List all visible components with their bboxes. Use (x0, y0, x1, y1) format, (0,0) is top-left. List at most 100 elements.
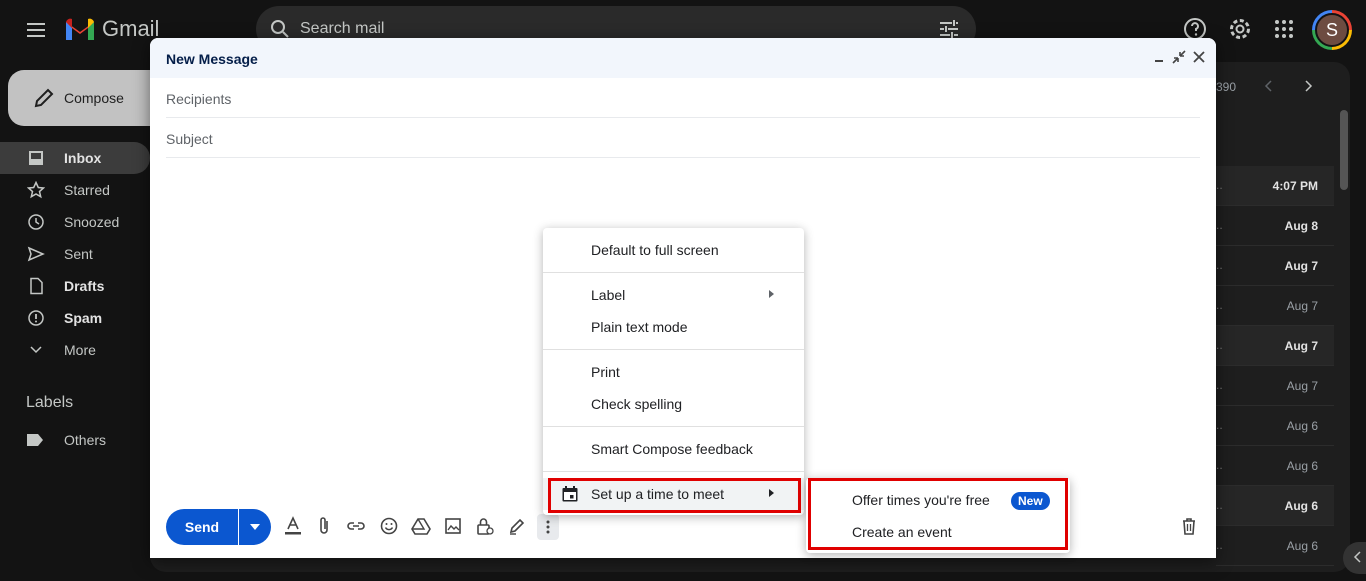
subject-field[interactable]: Subject (166, 118, 1200, 158)
emoji-icon[interactable] (379, 516, 399, 536)
gmail-logo[interactable]: Gmail (64, 16, 159, 42)
table-row[interactable]: .. Aug 7 (1216, 286, 1334, 326)
scrollbar[interactable] (1340, 110, 1348, 190)
sidebar-item-label: Drafts (64, 278, 105, 294)
discard-draft-icon[interactable] (1180, 516, 1198, 536)
mail-date: 4:07 PM (1272, 179, 1318, 193)
mail-date: Aug 7 (1284, 259, 1318, 273)
mail-date: Aug 6 (1284, 499, 1318, 513)
sidebar-item-inbox[interactable]: Inbox (0, 142, 150, 174)
photo-icon[interactable] (443, 516, 463, 536)
exit-fullscreen-icon[interactable] (1172, 50, 1186, 64)
sidebar-item-label: Inbox (64, 150, 102, 166)
menu-divider (543, 349, 804, 350)
pencil-icon (34, 88, 54, 108)
search-options-icon[interactable] (938, 18, 960, 40)
table-row[interactable]: .. Aug 6 (1216, 446, 1334, 486)
signature-pen-icon[interactable] (507, 516, 527, 536)
confidential-lock-icon[interactable] (475, 516, 495, 536)
sidebar-item-drafts[interactable]: Drafts (0, 270, 150, 302)
drive-icon[interactable] (411, 516, 431, 536)
link-icon[interactable] (346, 516, 366, 536)
menu-item-smart-compose-feedback[interactable]: Smart Compose feedback (543, 433, 804, 465)
sidebar-item-label: More (64, 342, 96, 358)
table-row[interactable]: .. 4:07 PM (1216, 166, 1334, 206)
sidebar-item-snoozed[interactable]: Snoozed (0, 206, 150, 238)
more-options-button[interactable] (537, 514, 559, 540)
spam-icon (26, 309, 46, 327)
menu-item-label[interactable]: Label (543, 279, 804, 311)
compose-header: New Message (150, 38, 1216, 78)
avatar-initial: S (1315, 13, 1349, 47)
app-name: Gmail (102, 16, 160, 41)
table-row[interactable]: .. Aug 7 (1216, 246, 1334, 286)
sidebar-item-label: Sent (64, 246, 93, 262)
page-count: 390 (1216, 80, 1237, 94)
apps-grid-icon[interactable] (1272, 17, 1296, 41)
schedule-send-button[interactable] (239, 509, 271, 545)
gmail-m-icon (66, 18, 94, 40)
menu-item-default-full-screen[interactable]: Default to full screen (543, 234, 804, 266)
sidebar-item-label: Starred (64, 182, 110, 198)
mail-date: Aug 8 (1284, 219, 1318, 233)
labels-heading: Labels (26, 394, 74, 411)
clock-icon (26, 213, 46, 231)
sidebar-item-sent[interactable]: Sent (0, 238, 150, 270)
draft-icon (26, 277, 46, 295)
mail-date: Aug 7 (1286, 379, 1318, 393)
menu-item-text: Label (591, 287, 626, 303)
mail-date: Aug 7 (1284, 339, 1318, 353)
chevron-down-icon (26, 343, 46, 357)
side-panel-toggle[interactable] (1343, 542, 1366, 574)
formatting-icon[interactable] (284, 516, 302, 536)
table-row[interactable]: .. Aug 6 (1216, 526, 1334, 566)
send-button[interactable]: Send (166, 509, 238, 545)
sidebar-nav: Inbox Starred Snoozed Sent Drafts Spam M… (0, 142, 150, 366)
inbox-icon (26, 149, 46, 167)
more-vert-icon (546, 520, 550, 534)
menu-item-print[interactable]: Print (543, 356, 804, 388)
compose-title: New Message (166, 51, 258, 67)
menu-divider (543, 272, 804, 273)
send-icon (26, 245, 46, 263)
chevron-left-icon[interactable] (1262, 79, 1276, 93)
menu-item-plain-text-mode[interactable]: Plain text mode (543, 311, 804, 343)
label-item-text: Others (64, 432, 107, 448)
account-avatar[interactable]: S (1312, 10, 1352, 50)
label-icon (26, 433, 46, 447)
sidebar-item-starred[interactable]: Starred (0, 174, 150, 206)
more-options-menu: Default to full screen Label Plain text … (543, 228, 804, 515)
table-row[interactable]: .. Aug 6 (1216, 486, 1334, 526)
minimize-icon[interactable] (1152, 50, 1166, 64)
compose-label: Compose (64, 90, 124, 106)
label-item-others[interactable]: Others (26, 432, 106, 448)
table-row[interactable]: .. Aug 7 (1216, 326, 1334, 366)
search-input[interactable]: Search mail (300, 20, 384, 38)
compose-window-controls (1152, 50, 1206, 64)
sidebar-item-label: Spam (64, 310, 103, 326)
sidebar-item-spam[interactable]: Spam (0, 302, 150, 334)
recipients-field[interactable]: Recipients (166, 78, 1200, 118)
highlight-box (548, 478, 801, 513)
compose-button[interactable]: Compose (8, 70, 168, 126)
sidebar-item-label: Snoozed (64, 214, 120, 230)
mail-date: Aug 6 (1286, 419, 1318, 433)
star-icon (26, 181, 46, 199)
mail-date: Aug 7 (1286, 299, 1318, 313)
main-menu-icon[interactable] (24, 18, 48, 42)
menu-divider (543, 426, 804, 427)
submenu-arrow-icon (769, 290, 774, 298)
mail-date: Aug 6 (1286, 539, 1318, 553)
mail-date: Aug 6 (1286, 459, 1318, 473)
menu-divider (543, 471, 804, 472)
menu-item-check-spelling[interactable]: Check spelling (543, 388, 804, 420)
chevron-right-icon[interactable] (1301, 79, 1315, 93)
caret-down-icon (250, 524, 260, 530)
table-row[interactable]: .. Aug 6 (1216, 406, 1334, 446)
table-row[interactable]: .. Aug 7 (1216, 366, 1334, 406)
gear-icon[interactable] (1228, 17, 1252, 41)
close-icon[interactable] (1192, 50, 1206, 64)
table-row[interactable]: .. Aug 8 (1216, 206, 1334, 246)
sidebar-item-more[interactable]: More (0, 334, 150, 366)
attach-icon[interactable] (317, 516, 331, 536)
